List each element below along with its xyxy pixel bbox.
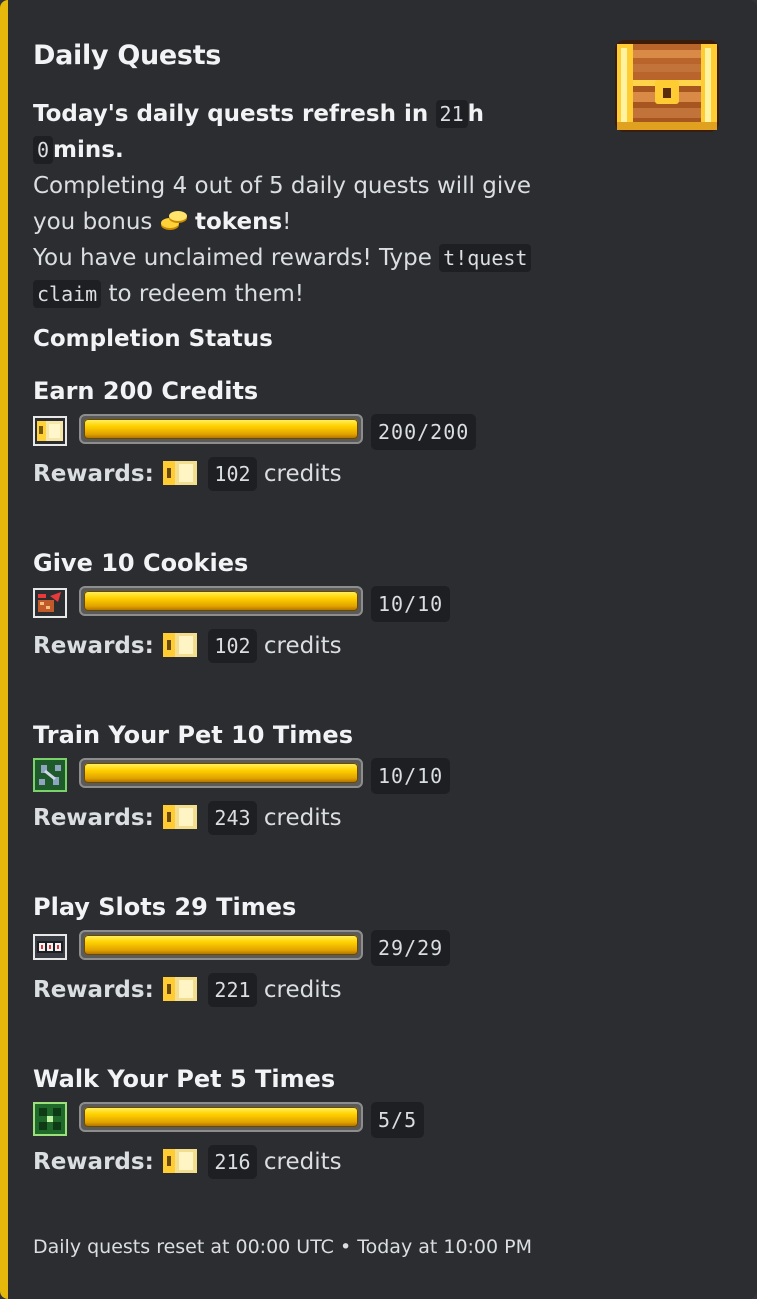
credit-ticket-icon xyxy=(163,1149,198,1173)
paw-walk-icon xyxy=(33,1102,67,1136)
reward-label: Rewards: xyxy=(33,633,154,659)
embed-title: Daily Quests xyxy=(33,40,222,71)
progress-fill xyxy=(84,1107,358,1127)
credit-card-icon xyxy=(33,416,67,446)
quest-progress-row: 5/5 xyxy=(33,1100,593,1146)
unclaimed-line-2: claim to redeem them! xyxy=(33,276,573,312)
quest-item: Earn 200 Credits 200/200 Rewards: 102 cr… xyxy=(33,374,593,494)
quest-progress-row: 10/10 xyxy=(33,756,593,802)
reward-unit: credits xyxy=(263,1149,342,1175)
quest-reward-row: Rewards: 221 credits xyxy=(33,970,593,1010)
reward-amount: 221 xyxy=(208,973,257,1007)
refresh-prefix: Today's daily quests refresh in xyxy=(33,101,429,127)
quest-progress-bar xyxy=(79,1102,363,1132)
reward-label: Rewards: xyxy=(33,461,154,487)
quest-item: Give 10 Cookies 10/10 Rewards: 102 credi… xyxy=(33,546,593,666)
reward-amount: 102 xyxy=(208,457,257,491)
quest-name: Walk Your Pet 5 Times xyxy=(33,1065,336,1093)
quest-progress-row: 29/29 xyxy=(33,928,593,974)
reward-unit: credits xyxy=(263,461,342,487)
reward-label: Rewards: xyxy=(33,805,154,831)
reward-unit: credits xyxy=(263,805,342,831)
reward-amount: 216 xyxy=(208,1145,257,1179)
quest-item: Play Slots 29 Times 29/29 Rewards: 221 c… xyxy=(33,890,593,1010)
quest-reward-row: Rewards: 102 credits xyxy=(33,454,593,494)
quest-progress-text: 10/10 xyxy=(371,586,451,622)
quest-progress-bar xyxy=(79,758,363,788)
credit-ticket-icon xyxy=(163,633,198,657)
refresh-minutes-unit: mins. xyxy=(53,137,124,163)
progress-fill xyxy=(84,591,358,611)
unclaimed-line: You have unclaimed rewards! Type t!quest xyxy=(33,240,573,276)
quest-name: Earn 200 Credits xyxy=(33,377,259,405)
refresh-minutes: 0 xyxy=(33,136,54,164)
refresh-hours: 21 xyxy=(435,100,468,128)
coins-icon xyxy=(160,211,187,230)
treasure-chest-icon xyxy=(615,40,719,132)
quest-reward-row: Rewards: 216 credits xyxy=(33,1142,593,1182)
bonus-line-2: you bonus tokens! xyxy=(33,204,573,240)
quest-embed: Daily Quests Today's daily quests refres… xyxy=(0,0,757,1299)
quest-progress-row: 200/200 xyxy=(33,412,593,458)
refresh-line: Today's daily quests refresh in 21 h 0 min… xyxy=(33,96,573,168)
progress-fill xyxy=(84,763,358,783)
quest-progress-bar xyxy=(79,930,363,960)
dumbbell-icon xyxy=(33,758,67,792)
quest-progress-text: 200/200 xyxy=(371,414,477,450)
quest-progress-text: 5/5 xyxy=(371,1102,425,1138)
reward-label: Rewards: xyxy=(33,1149,154,1175)
quest-name: Train Your Pet 10 Times xyxy=(33,721,353,749)
slot-machine-icon xyxy=(33,934,67,960)
quest-name: Play Slots 29 Times xyxy=(33,893,297,921)
reward-label: Rewards: xyxy=(33,977,154,1003)
quest-progress-bar xyxy=(79,586,363,616)
credit-ticket-icon xyxy=(163,461,198,485)
embed-description: Today's daily quests refresh in 21 h 0 min… xyxy=(33,96,573,312)
reward-unit: credits xyxy=(263,633,342,659)
quest-reward-row: Rewards: 102 credits xyxy=(33,626,593,666)
quest-progress-text: 29/29 xyxy=(371,930,451,966)
credit-ticket-icon xyxy=(163,805,198,829)
completion-status-heading: Completion Status xyxy=(33,326,273,352)
credit-ticket-icon xyxy=(163,977,198,1001)
refresh-hours-unit: h xyxy=(467,101,485,127)
reward-amount: 243 xyxy=(208,801,257,835)
quest-reward-row: Rewards: 243 credits xyxy=(33,798,593,838)
unclaimed-end: to redeem them! xyxy=(108,281,305,307)
reward-unit: credits xyxy=(263,977,342,1003)
claim-command-2: claim xyxy=(33,280,102,308)
cookie-gift-icon xyxy=(33,588,67,618)
bonus-tokens: tokens xyxy=(195,209,283,235)
unclaimed-text: You have unclaimed rewards! Type xyxy=(33,245,432,271)
quest-item: Train Your Pet 10 Times 10/10 Rewards: 2… xyxy=(33,718,593,838)
bonus-end: ! xyxy=(282,209,292,235)
embed-footer: Daily quests reset at 00:00 UTC • Today … xyxy=(33,1236,533,1258)
reward-amount: 102 xyxy=(208,629,257,663)
quest-progress-text: 10/10 xyxy=(371,758,451,794)
bonus-text-2: you bonus xyxy=(33,209,153,235)
progress-fill xyxy=(84,419,358,439)
progress-fill xyxy=(84,935,358,955)
bonus-line: Completing 4 out of 5 daily quests will … xyxy=(33,173,531,199)
quest-item: Walk Your Pet 5 Times 5/5 Rewards: 216 c… xyxy=(33,1062,593,1182)
quest-progress-bar xyxy=(79,414,363,444)
claim-command-1: t!quest xyxy=(439,244,532,272)
quest-name: Give 10 Cookies xyxy=(33,549,249,577)
quest-progress-row: 10/10 xyxy=(33,584,593,630)
